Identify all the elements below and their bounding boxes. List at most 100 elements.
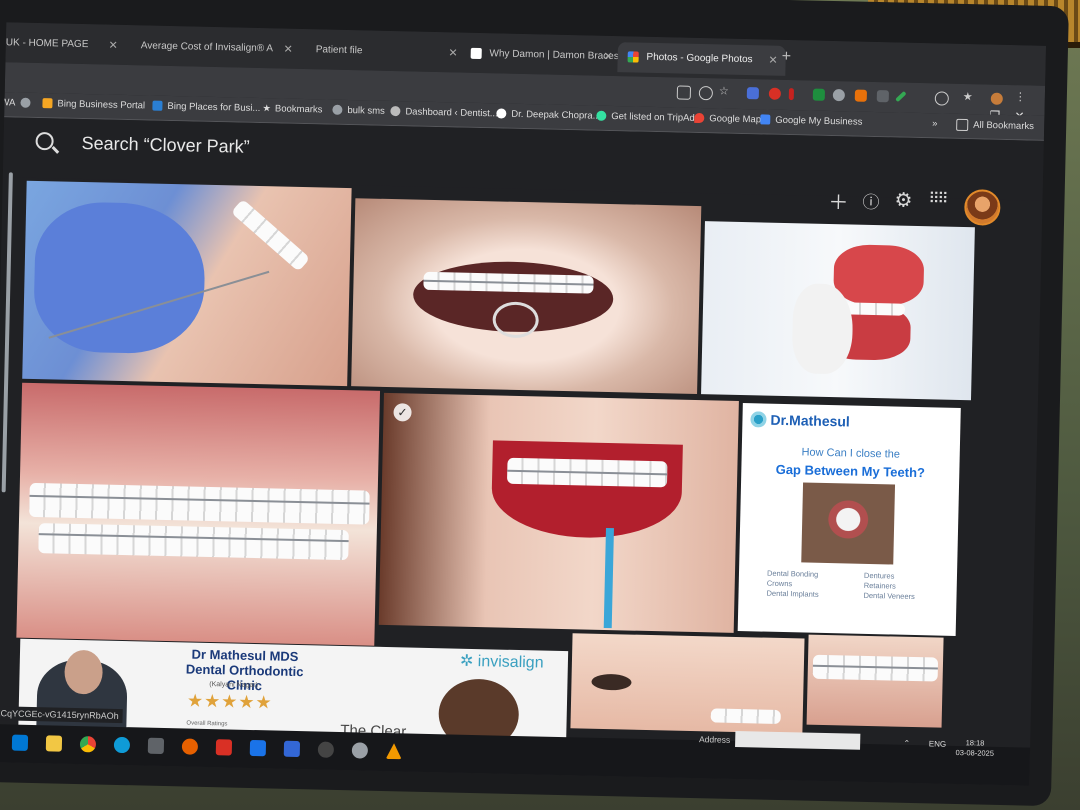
- windows-start-icon[interactable]: [11, 734, 29, 751]
- clock-date: 03-08-2025: [955, 747, 995, 758]
- screen: UK - HOME PAGE ✕ Average Cost of Invisal…: [0, 22, 1047, 786]
- clinic-location: (Kalyani Nagar): [209, 681, 259, 690]
- bookmark-wa[interactable]: WA: [0, 97, 15, 108]
- bookmark-bing-places[interactable]: Bing Places for Busi...: [152, 101, 260, 114]
- address-input[interactable]: [735, 730, 861, 750]
- extension-7-icon[interactable]: [876, 90, 889, 103]
- scrollbar[interactable]: [1, 172, 13, 493]
- app-blue-icon[interactable]: [249, 739, 267, 757]
- photo-dr-mathesul-ad[interactable]: Dr.Mathesul How Can I close the Gap Betw…: [737, 403, 961, 636]
- close-icon[interactable]: ✕: [108, 31, 118, 61]
- upper-teeth-shape: [29, 482, 370, 525]
- photo-dental-model[interactable]: [701, 221, 975, 401]
- bookmark-bing-business-portal[interactable]: Bing Business Portal: [42, 98, 145, 111]
- close-icon[interactable]: ✕: [603, 42, 613, 72]
- gap-teeth-image: [801, 482, 896, 565]
- photo-smile-braces-selected[interactable]: [378, 392, 739, 633]
- interdental-brush-shape: [603, 527, 614, 629]
- extension-4-icon[interactable]: [812, 88, 826, 101]
- app-circle-icon[interactable]: [317, 741, 335, 758]
- ad-brand: Dr.Mathesul: [770, 411, 851, 430]
- tab-label: UK - HOME PAGE: [5, 37, 89, 51]
- wordpress-icon: [390, 106, 401, 117]
- star-icon[interactable]: ★: [963, 90, 975, 103]
- rating-stars: ★★★★★: [186, 690, 273, 713]
- clock[interactable]: 18:18 03-08-2025: [955, 738, 995, 759]
- globe-icon: [332, 105, 343, 116]
- app-store-icon[interactable]: [283, 740, 301, 758]
- tab-google-photos[interactable]: Photos - Google Photos ✕: [617, 42, 786, 76]
- tab-label: Average Cost of Invisalign® A: [140, 40, 274, 55]
- invisalign-logo: ✲ invisalign: [459, 652, 544, 672]
- photo-braces-retractor[interactable]: [351, 198, 702, 395]
- star-icon: ★: [262, 103, 272, 115]
- photo-teeth-braces[interactable]: [806, 634, 944, 728]
- extensions-puzzle-icon[interactable]: [934, 91, 949, 106]
- language-indicator[interactable]: ENG: [929, 739, 947, 748]
- tab-uk-home[interactable]: UK - HOME PAGE ✕: [0, 28, 126, 61]
- vlc-icon[interactable]: [386, 743, 402, 759]
- globe-icon: [20, 98, 31, 109]
- lower-teeth-shape: [38, 523, 349, 561]
- menu-kebab-icon[interactable]: ⋮: [1015, 90, 1027, 103]
- extension-3-icon[interactable]: [788, 88, 795, 101]
- file-explorer-icon[interactable]: [45, 735, 63, 752]
- extension-1-icon[interactable]: [746, 87, 760, 100]
- close-icon[interactable]: ✕: [283, 35, 293, 65]
- profile-icon[interactable]: [990, 92, 1003, 105]
- status-url: ECqYCGEc-vG1415rynRbAOh: [0, 706, 123, 724]
- ad-question: How Can I close the: [801, 446, 901, 461]
- folder-icon: [956, 118, 969, 132]
- dr-mathesul-logo-icon: [750, 411, 767, 428]
- bookmark-google-my-business[interactable]: Google My Business: [760, 114, 863, 128]
- bookmark-google-maps[interactable]: Google Maps: [694, 113, 766, 126]
- photo-braces-dentist-gloves[interactable]: [22, 180, 352, 387]
- extension-5-icon[interactable]: [832, 89, 845, 102]
- teeth-shape: [230, 198, 311, 272]
- google-icon: [496, 108, 507, 120]
- search-input[interactable]: Search “Clover Park”: [81, 133, 249, 158]
- bookmark-star-icon[interactable]: ☆: [719, 84, 731, 97]
- photo-braces-closeup[interactable]: [16, 382, 381, 646]
- tab-patient-file[interactable]: Patient file ✕: [305, 35, 466, 69]
- gmb-icon: [760, 114, 771, 126]
- tab-damon-braces[interactable]: Why Damon | Damon Braces ✕: [460, 39, 621, 73]
- extension-6-icon[interactable]: [854, 89, 867, 102]
- firefox-icon[interactable]: [181, 738, 199, 755]
- bookmarks-overflow-chevron-icon[interactable]: »: [932, 118, 938, 129]
- photo-smile-closeup[interactable]: [570, 633, 805, 734]
- extension-2-icon[interactable]: [768, 87, 782, 100]
- address-label: Address: [698, 734, 731, 745]
- close-icon[interactable]: ✕: [448, 38, 458, 68]
- screenshot-icon[interactable]: [676, 85, 692, 100]
- tab-label: Photos - Google Photos: [646, 51, 753, 66]
- search-icon[interactable]: [35, 131, 54, 151]
- app-icon[interactable]: [147, 737, 165, 755]
- tray-chevron-icon[interactable]: ⌃: [903, 739, 910, 748]
- glove-shape: [32, 200, 207, 355]
- new-tab-plus-icon[interactable]: +: [782, 48, 792, 66]
- damon-favicon-icon: [470, 47, 482, 59]
- photo-grid: ✓ Dr.Mathesul How Can I close the Gap Be…: [14, 180, 1006, 763]
- bookmark-globe[interactable]: [20, 98, 35, 109]
- monitor: UK - HOME PAGE ✕ Average Cost of Invisal…: [0, 0, 1069, 807]
- tab-invisalign-cost[interactable]: Average Cost of Invisalign® A ✕: [130, 31, 301, 65]
- app-help-icon[interactable]: [351, 742, 369, 759]
- zoom-icon[interactable]: [698, 85, 714, 101]
- tab-label: Patient file: [315, 44, 363, 57]
- bookmark-all-bookmarks[interactable]: All Bookmarks: [956, 118, 1034, 133]
- tripadvisor-icon: [596, 111, 607, 122]
- bookmark-bookmarks[interactable]: ★ Bookmarks: [262, 103, 322, 115]
- bookmark-bulk-sms[interactable]: bulk sms: [332, 105, 385, 117]
- extension-8-icon[interactable]: [895, 90, 907, 103]
- glove-shape: [791, 283, 854, 375]
- bookmark-tripadvisor[interactable]: Get listed on TripAd...: [596, 111, 703, 124]
- lips-shape: [490, 440, 683, 540]
- mirror-shape: [492, 301, 540, 339]
- bookmark-dr-deepak[interactable]: Dr. Deepak Chopra...: [496, 108, 601, 122]
- bookmark-dashboard[interactable]: Dashboard ‹ Dentist...: [390, 106, 498, 119]
- app-red-icon[interactable]: [215, 739, 233, 756]
- chrome-icon[interactable]: [79, 736, 97, 753]
- close-icon[interactable]: ✕: [768, 46, 778, 76]
- edge-icon[interactable]: [113, 736, 131, 754]
